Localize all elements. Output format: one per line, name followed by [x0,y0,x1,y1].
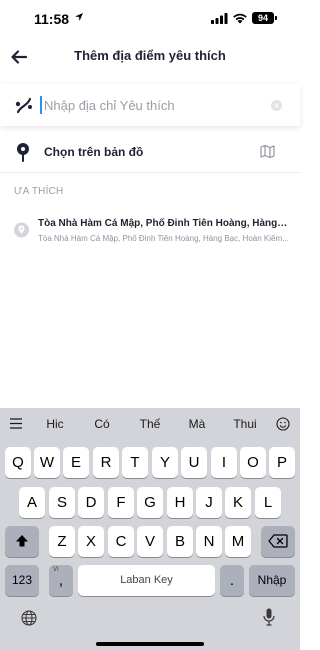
key-o[interactable]: O [240,447,266,478]
key-g[interactable]: G [137,487,163,518]
key-w[interactable]: W [34,447,60,478]
text-caret [40,96,42,114]
comma-key-hint: VI [53,567,59,573]
home-indicator [96,642,204,646]
shift-key[interactable] [5,526,39,557]
key-b[interactable]: B [167,526,193,557]
backspace-icon [268,534,288,548]
suggestion-5[interactable]: Thui [223,417,267,431]
comma-key-label: , [58,572,64,589]
key-j[interactable]: J [196,487,222,518]
key-y[interactable]: Y [152,447,178,478]
status-bar: 11:58 94 [0,0,300,40]
clear-icon[interactable] [271,100,282,111]
shift-icon [16,535,28,547]
header: Thêm địa điểm yêu thích [0,40,300,74]
period-key[interactable]: . [220,565,244,596]
battery-tip [275,16,277,20]
key-n[interactable]: N [196,526,222,557]
choose-on-map-label: Chọn trên bản đồ [44,145,144,159]
key-h[interactable]: H [167,487,193,518]
globe-icon[interactable] [21,610,37,626]
key-e[interactable]: E [63,447,89,478]
key-r[interactable]: R [93,447,119,478]
list-item[interactable]: Tòa Nhà Hàm Cá Mập, Phố Đinh Tiên Hoàng,… [0,214,300,250]
cellular-signal-icon [211,13,228,24]
key-k[interactable]: K [225,487,251,518]
divider [0,172,300,173]
comma-key[interactable]: VI , [49,565,73,596]
key-p[interactable]: P [269,447,295,478]
key-x[interactable]: X [78,526,104,557]
choose-on-map-row[interactable]: Chọn trên bản đồ [0,136,300,168]
status-time: 11:58 [34,11,70,27]
key-m[interactable]: M [225,526,251,557]
emoji-icon[interactable] [276,417,290,431]
key-d[interactable]: D [78,487,104,518]
backspace-key[interactable] [261,526,295,557]
route-icon [15,97,32,114]
location-pin-icon [14,222,29,238]
location-arrow-icon [75,13,83,21]
favorite-subtitle: Tòa Nhà Hàm Cá Mập, Phố Đinh Tiên Hoàng,… [38,234,289,243]
key-q[interactable]: Q [5,447,31,478]
key-a[interactable]: A [19,487,45,518]
key-t[interactable]: T [122,447,148,478]
key-c[interactable]: C [108,526,134,557]
suggestion-1[interactable]: Hic [33,417,77,431]
key-z[interactable]: Z [49,526,75,557]
keyboard: Hic Có Thế Mà Thui Q W E R T Y U I O P A… [0,408,300,650]
wifi-icon [233,13,247,24]
key-v[interactable]: V [137,526,163,557]
return-key[interactable]: Nhập [249,565,295,596]
suggestion-bar: Hic Có Thế Mà Thui [0,408,300,440]
microphone-icon[interactable] [263,608,275,626]
key-s[interactable]: S [49,487,75,518]
battery-indicator: 94 [252,12,274,24]
suggestion-3[interactable]: Thế [128,417,172,431]
favorite-title: Tòa Nhà Hàm Cá Mập, Phố Đinh Tiên Hoàng,… [38,218,290,229]
suggestion-2[interactable]: Có [80,417,124,431]
space-key[interactable]: Laban Key [78,565,215,596]
menu-icon[interactable] [10,418,22,429]
key-l[interactable]: L [255,487,281,518]
key-i[interactable]: I [211,447,237,478]
numbers-key[interactable]: 123 [5,565,39,596]
page-title: Thêm địa điểm yêu thích [74,48,226,63]
search-input[interactable] [44,94,264,116]
map-pin-icon [17,143,29,162]
key-u[interactable]: U [181,447,207,478]
search-box[interactable] [0,84,300,126]
favorites-section-label: ƯA THÍCH [14,186,64,197]
map-icon [260,144,275,159]
key-f[interactable]: F [108,487,134,518]
suggestion-4[interactable]: Mà [175,417,219,431]
